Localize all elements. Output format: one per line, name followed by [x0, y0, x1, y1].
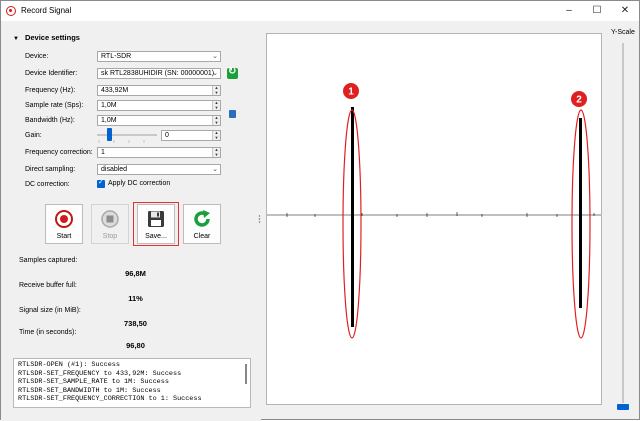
title-bar: Record Signal – ☐ ✕ [1, 1, 639, 21]
gain-slider[interactable] [97, 134, 157, 136]
time-value: 96,80 [126, 341, 145, 350]
marker-1-label: 1 [348, 87, 354, 98]
clear-refresh-icon [194, 210, 210, 227]
log-scrollbar[interactable] [243, 360, 249, 406]
receive-buffer-label: Receive buffer full: [19, 282, 77, 289]
start-label: Start [56, 233, 72, 240]
device-settings-title: Device settings [24, 33, 80, 42]
gain-label: Gain: [25, 132, 42, 139]
gain-spinbox[interactable]: 0 ▲ ▼ [161, 130, 221, 141]
samples-captured-value: 96,8M [125, 269, 146, 278]
marker-2-label: 2 [576, 95, 582, 106]
frequency-correction-spinbox[interactable]: 1 ▲ ▼ [97, 147, 221, 158]
samples-captured-label: Samples captured: [19, 257, 78, 264]
stop-label: Stop [102, 233, 118, 240]
device-identifier-label: Device Identifier: [25, 70, 78, 77]
clear-button[interactable]: Clear [183, 204, 221, 244]
y-scale-label: Y-Scale [611, 29, 635, 36]
refresh-devices-icon[interactable] [227, 66, 238, 79]
device-value: RTL-SDR [101, 53, 132, 60]
record-signal-window: Record Signal – ☐ ✕ ▼ Device settings Dev… [0, 0, 640, 421]
spin-arrows-icon[interactable]: ▲ ▼ [212, 101, 220, 110]
chevron-down-icon: ⌄ [212, 166, 218, 173]
bandwidth-spinbox[interactable]: 1,0M ▲ ▼ [97, 115, 221, 126]
device-settings-header[interactable]: ▼ Device settings [13, 33, 80, 42]
spin-arrows-icon[interactable]: ▲ ▼ [212, 148, 220, 157]
frequency-value: 433,92M [101, 87, 129, 94]
device-label: Device: [25, 53, 49, 60]
direct-sampling-select[interactable]: disabled ⌄ [97, 164, 221, 175]
collapse-triangle-icon: ▼ [13, 36, 19, 42]
time-label: Time (in seconds): [19, 329, 77, 336]
close-button[interactable]: ✕ [611, 1, 639, 21]
sample-rate-label: Sample rate (Sps): [25, 102, 84, 109]
chevron-down-icon: ⌄ [212, 70, 218, 77]
bandwidth-value: 1,0M [101, 117, 117, 124]
gain-value: 0 [165, 132, 169, 139]
dc-correction-checkbox-label[interactable]: Apply DC correction [108, 180, 170, 187]
y-scale-slider[interactable] [622, 43, 624, 403]
start-button[interactable]: Start [45, 204, 83, 244]
device-select[interactable]: RTL-SDR ⌄ [97, 51, 221, 62]
record-icon [6, 6, 16, 16]
stop-icon [101, 210, 119, 228]
signal-plot-canvas: 1 2 [267, 83, 601, 339]
dc-correction-label: DC correction: [25, 181, 70, 188]
device-identifier-value: sk RTL2838UHIDIR (SN: 00000001) [101, 70, 215, 77]
frequency-label: Frequency (Hz): [25, 87, 76, 94]
direct-sampling-value: disabled [101, 166, 128, 173]
save-highlight-box [133, 202, 179, 246]
frequency-correction-label: Frequency correction: [25, 149, 93, 156]
record-start-icon [55, 210, 73, 228]
gain-slider-ticks [98, 140, 145, 143]
y-scale-slider-handle[interactable] [617, 404, 629, 410]
spin-arrows-icon[interactable]: ▲ ▼ [212, 86, 220, 95]
minimize-button[interactable]: – [555, 1, 583, 21]
sample-rate-value: 1,0M [101, 102, 117, 109]
frequency-spinbox[interactable]: 433,92M ▲ ▼ [97, 85, 221, 96]
frequency-correction-value: 1 [101, 149, 105, 156]
baseline-noise [286, 212, 595, 217]
device-identifier-select[interactable]: sk RTL2838UHIDIR (SN: 00000001) ⌄ [97, 68, 221, 79]
direct-sampling-label: Direct sampling: [25, 166, 76, 173]
window-title: Record Signal [21, 6, 72, 15]
receive-buffer-value: 11% [128, 294, 143, 303]
maximize-button[interactable]: ☐ [583, 1, 611, 21]
log-output[interactable]: RTLSDR-OPEN (#1): Success RTLSDR-SET_FRE… [13, 358, 251, 408]
signal-size-value: 738,50 [124, 319, 147, 328]
clear-label: Clear [193, 233, 211, 240]
signal-burst-2 [579, 118, 582, 308]
chevron-down-icon: ⌄ [212, 53, 218, 60]
signal-burst-1 [351, 107, 354, 327]
lock-icon[interactable] [229, 110, 236, 118]
signal-plot[interactable]: 1 2 [266, 33, 602, 405]
signal-size-label: Signal size (in MiB): [19, 307, 81, 314]
stop-button[interactable]: Stop [91, 204, 129, 244]
spin-arrows-icon[interactable]: ▲ ▼ [212, 131, 220, 140]
splitter-handle[interactable] [258, 214, 261, 224]
bandwidth-label: Bandwidth (Hz): [25, 117, 75, 124]
spin-arrows-icon[interactable]: ▲ ▼ [212, 116, 220, 125]
dc-correction-checkbox[interactable] [97, 178, 105, 188]
sample-rate-spinbox[interactable]: 1,0M ▲ ▼ [97, 100, 221, 111]
